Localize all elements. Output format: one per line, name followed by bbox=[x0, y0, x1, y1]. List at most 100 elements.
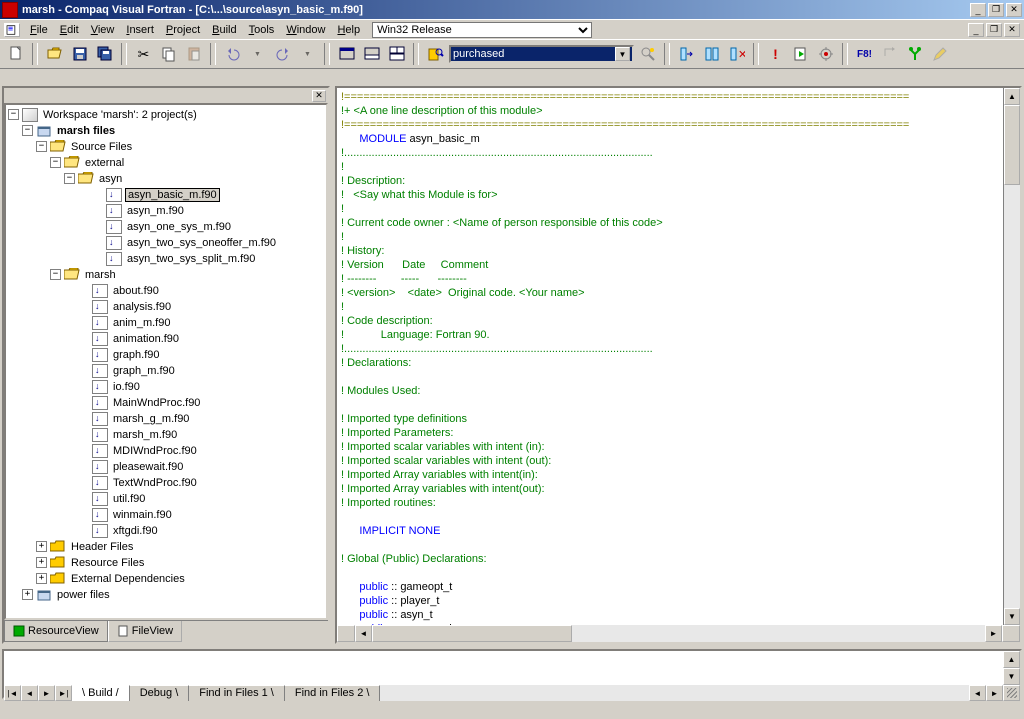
split-box[interactable] bbox=[337, 625, 355, 642]
tab-scroll-right[interactable]: ► bbox=[38, 685, 55, 701]
tab-scroll-first[interactable]: |◄ bbox=[4, 685, 21, 701]
find-button[interactable] bbox=[636, 43, 659, 65]
find-combo[interactable]: purchased▼ bbox=[449, 45, 634, 63]
expander-icon[interactable]: − bbox=[22, 125, 33, 136]
stop-build-button[interactable]: ✕ bbox=[725, 43, 748, 65]
expander-icon[interactable]: + bbox=[36, 557, 47, 568]
menu-insert[interactable]: Insert bbox=[120, 22, 160, 38]
file-item[interactable]: analysis.f90 bbox=[111, 301, 173, 313]
file-item[interactable]: anim_m.f90 bbox=[111, 317, 172, 329]
compile-button[interactable] bbox=[675, 43, 698, 65]
scroll-up-button[interactable]: ▲ bbox=[1003, 651, 1020, 668]
tree-button[interactable] bbox=[903, 43, 926, 65]
maximize-button[interactable]: ❐ bbox=[988, 3, 1004, 17]
file-item[interactable]: asyn_one_sys_m.f90 bbox=[125, 221, 233, 233]
config-dropdown[interactable]: Win32 Release bbox=[372, 22, 592, 38]
scroll-thumb[interactable] bbox=[1004, 105, 1020, 185]
menu-window[interactable]: Window bbox=[280, 22, 331, 38]
tab-scroll-last[interactable]: ►| bbox=[55, 685, 72, 701]
expander-icon[interactable]: − bbox=[50, 269, 61, 280]
vertical-scrollbar[interactable]: ▲ ▼ bbox=[1003, 88, 1020, 625]
file-item[interactable]: pleasewait.f90 bbox=[111, 461, 185, 473]
menu-help[interactable]: Help bbox=[331, 22, 366, 38]
file-item[interactable]: animation.f90 bbox=[111, 333, 181, 345]
scroll-left-button[interactable]: ◄ bbox=[355, 625, 372, 642]
folder-asyn[interactable]: asyn bbox=[97, 173, 124, 185]
file-item[interactable]: winmain.f90 bbox=[111, 509, 174, 521]
output-tab-build[interactable]: \ Build / bbox=[72, 685, 130, 701]
window-list-button[interactable] bbox=[385, 43, 408, 65]
output-text[interactable] bbox=[4, 651, 1003, 685]
file-tree[interactable]: −Workspace 'marsh': 2 project(s) −marsh … bbox=[4, 103, 328, 621]
horizontal-scrollbar[interactable]: ◄ ► bbox=[337, 625, 1020, 642]
edit-button[interactable] bbox=[928, 43, 951, 65]
output-button[interactable] bbox=[360, 43, 383, 65]
tab-resourceview[interactable]: ResourceView bbox=[4, 621, 108, 642]
expander-icon[interactable]: + bbox=[36, 573, 47, 584]
redo-button[interactable] bbox=[271, 43, 294, 65]
output-hscroll-track[interactable] bbox=[380, 685, 969, 701]
expander-icon[interactable]: + bbox=[36, 541, 47, 552]
file-item[interactable]: asyn_two_sys_split_m.f90 bbox=[125, 253, 257, 265]
open-button[interactable] bbox=[43, 43, 66, 65]
menu-build[interactable]: Build bbox=[206, 22, 242, 38]
size-grip[interactable] bbox=[1003, 685, 1020, 701]
output-vscroll[interactable]: ▲ ▼ bbox=[1003, 651, 1020, 685]
expander-icon[interactable]: − bbox=[64, 173, 75, 184]
execute-button[interactable]: ! bbox=[764, 43, 787, 65]
expander-icon[interactable]: − bbox=[36, 141, 47, 152]
file-item[interactable]: graph.f90 bbox=[111, 349, 161, 361]
folder-marsh[interactable]: marsh bbox=[83, 269, 118, 281]
file-item[interactable]: xftgdi.f90 bbox=[111, 525, 160, 537]
file-item[interactable]: TextWndProc.f90 bbox=[111, 477, 199, 489]
workspace-label[interactable]: Workspace 'marsh': 2 project(s) bbox=[41, 109, 199, 121]
project-power-files[interactable]: power files bbox=[55, 589, 112, 601]
menu-file[interactable]: File bbox=[24, 22, 54, 38]
cut-button[interactable]: ✂ bbox=[132, 43, 155, 65]
mdi-document-icon[interactable] bbox=[4, 23, 20, 37]
file-item[interactable]: MDIWndProc.f90 bbox=[111, 445, 199, 457]
stepover-button[interactable] bbox=[878, 43, 901, 65]
file-item[interactable]: about.f90 bbox=[111, 285, 161, 297]
menu-view[interactable]: View bbox=[85, 22, 121, 38]
folder-resource-files[interactable]: Resource Files bbox=[69, 557, 146, 569]
expander-icon[interactable]: − bbox=[50, 157, 61, 168]
file-item[interactable]: marsh_g_m.f90 bbox=[111, 413, 191, 425]
close-button[interactable]: ✕ bbox=[1006, 3, 1022, 17]
file-item[interactable]: MainWndProc.f90 bbox=[111, 397, 202, 409]
output-tab-debug[interactable]: Debug \ bbox=[130, 685, 190, 701]
menu-edit[interactable]: Edit bbox=[54, 22, 85, 38]
tab-scroll-left[interactable]: ◄ bbox=[21, 685, 38, 701]
undo-drop-button[interactable]: ▼ bbox=[246, 43, 269, 65]
copy-button[interactable] bbox=[157, 43, 180, 65]
folder-external-deps[interactable]: External Dependencies bbox=[69, 573, 187, 585]
scroll-up-button[interactable]: ▲ bbox=[1004, 88, 1020, 105]
scroll-left-button[interactable]: ◄ bbox=[969, 685, 986, 701]
find-in-files-button[interactable] bbox=[424, 43, 447, 65]
new-text-button[interactable] bbox=[4, 43, 27, 65]
build-button[interactable] bbox=[700, 43, 723, 65]
workspace-button[interactable] bbox=[335, 43, 358, 65]
mdi-close-button[interactable]: ✕ bbox=[1004, 23, 1020, 37]
expander-icon[interactable]: + bbox=[22, 589, 33, 600]
chevron-down-icon[interactable]: ▼ bbox=[615, 47, 630, 61]
minimize-button[interactable]: _ bbox=[970, 3, 986, 17]
output-tab-fif1[interactable]: Find in Files 1 \ bbox=[189, 685, 285, 701]
scroll-down-button[interactable]: ▼ bbox=[1003, 668, 1020, 685]
scroll-right-button[interactable]: ► bbox=[985, 625, 1002, 642]
folder-header-files[interactable]: Header Files bbox=[69, 541, 135, 553]
redo-drop-button[interactable]: ▼ bbox=[296, 43, 319, 65]
panel-close-button[interactable]: ✕ bbox=[312, 90, 326, 102]
save-button[interactable] bbox=[68, 43, 91, 65]
scroll-right-button[interactable]: ► bbox=[986, 685, 1003, 701]
folder-source-files[interactable]: Source Files bbox=[69, 141, 134, 153]
mdi-restore-button[interactable]: ❐ bbox=[986, 23, 1002, 37]
paste-button[interactable] bbox=[182, 43, 205, 65]
save-all-button[interactable] bbox=[93, 43, 116, 65]
scroll-thumb[interactable] bbox=[372, 625, 572, 642]
breakpoint-button[interactable] bbox=[814, 43, 837, 65]
file-item[interactable]: util.f90 bbox=[111, 493, 147, 505]
f90-button[interactable]: F8! bbox=[853, 43, 876, 65]
file-item[interactable]: graph_m.f90 bbox=[111, 365, 177, 377]
go-button[interactable] bbox=[789, 43, 812, 65]
